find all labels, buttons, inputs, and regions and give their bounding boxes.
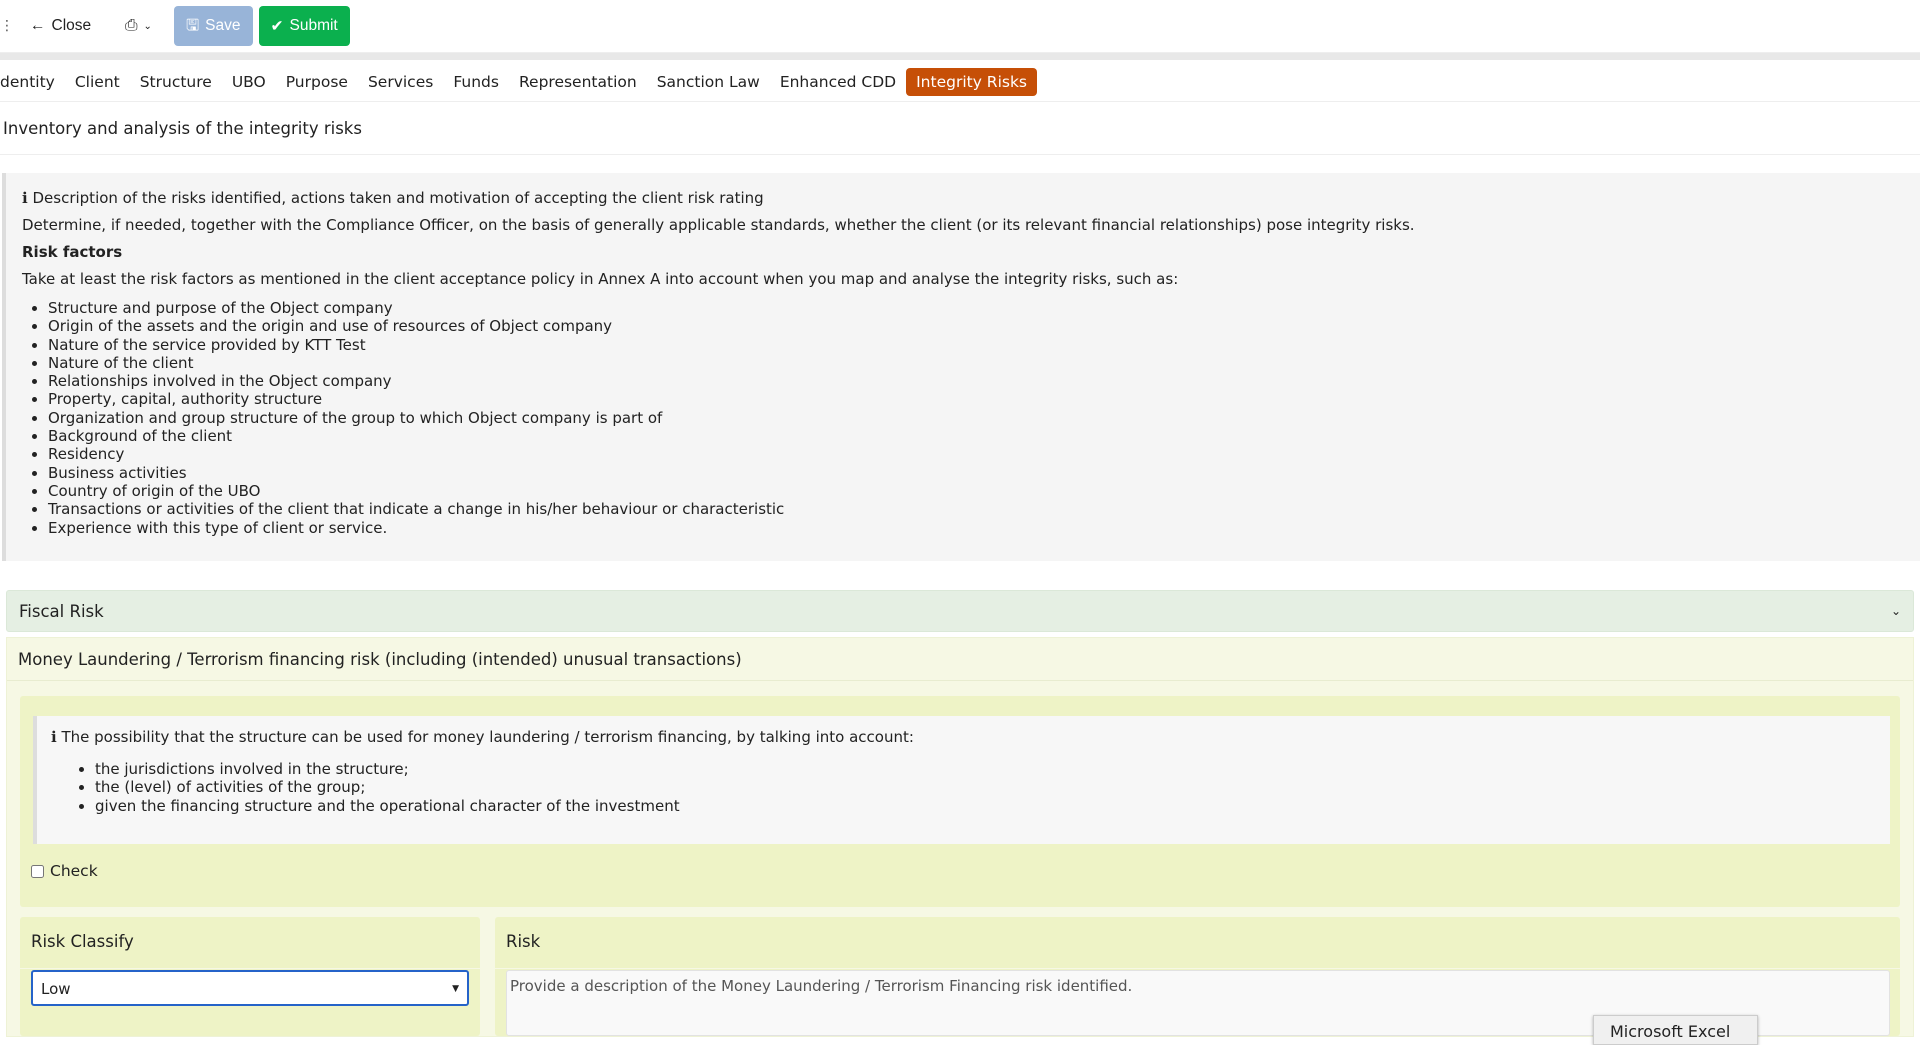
- info-icon: ℹ: [51, 728, 57, 746]
- list-item: the jurisdictions involved in the struct…: [95, 760, 1876, 778]
- floppy-icon: 🖫: [186, 13, 199, 40]
- tab-identity[interactable]: dentity: [0, 68, 65, 96]
- chevron-down-icon: ⌄: [144, 21, 152, 32]
- list-item: given the financing structure and the op…: [95, 797, 1876, 815]
- ml-risk-panel-header[interactable]: Money Laundering / Terrorism financing r…: [7, 638, 1913, 681]
- info-box: ℹ Description of the risks identified, a…: [2, 173, 1920, 561]
- chevron-down-icon[interactable]: ⌄: [1891, 604, 1901, 618]
- fiscal-risk-panel-header[interactable]: Fiscal Risk ⌄: [6, 590, 1914, 632]
- printer-icon: ⎙: [125, 17, 137, 35]
- risk-label: Risk: [495, 917, 1900, 969]
- tab-representation[interactable]: Representation: [509, 68, 647, 96]
- tab-integrity-risks[interactable]: Integrity Risks: [906, 68, 1037, 96]
- list-item: the (level) of activities of the group;: [95, 778, 1876, 796]
- risk-classify-card: Risk Classify Low▼: [20, 917, 480, 1036]
- list-item: Origin of the assets and the origin and …: [48, 317, 1906, 335]
- check-icon: ✔: [271, 17, 284, 36]
- list-item: Experience with this type of client or s…: [48, 519, 1906, 537]
- save-button[interactable]: 🖫Save: [174, 6, 253, 46]
- divider: [0, 52, 1920, 60]
- tooltip: Microsoft Excel: [1593, 1015, 1758, 1045]
- risk-classify-select[interactable]: Low▼: [31, 970, 469, 1006]
- list-item: Business activities: [48, 464, 1906, 482]
- checkbox[interactable]: [31, 865, 44, 878]
- list-item: Property, capital, authority structure: [48, 390, 1906, 408]
- list-item: Relationships involved in the Object com…: [48, 372, 1906, 390]
- info-icon: ℹ: [22, 189, 28, 207]
- tab-sanction-law[interactable]: Sanction Law: [647, 68, 770, 96]
- caret-down-icon: ▼: [452, 980, 459, 996]
- risk-factor-list: Structure and purpose of the Object comp…: [48, 299, 1906, 537]
- tab-enhanced-cdd[interactable]: Enhanced CDD: [770, 68, 906, 96]
- list-item: Nature of the service provided by KTT Te…: [48, 336, 1906, 354]
- close-button[interactable]: ←Close: [18, 6, 103, 46]
- ml-info-box: ℹ The possibility that the structure can…: [33, 716, 1890, 844]
- page-title: Inventory and analysis of the integrity …: [0, 105, 1920, 155]
- list-item: Transactions or activities of the client…: [48, 500, 1906, 518]
- list-item: Residency: [48, 445, 1906, 463]
- tab-services[interactable]: Services: [358, 68, 443, 96]
- list-item: Nature of the client: [48, 354, 1906, 372]
- check-checkbox[interactable]: Check: [31, 862, 98, 880]
- list-item: Background of the client: [48, 427, 1906, 445]
- submit-button[interactable]: ✔Submit: [259, 6, 350, 46]
- risk-classify-label: Risk Classify: [20, 917, 480, 969]
- menu-grip-icon[interactable]: ⋮: [0, 18, 8, 34]
- tab-bar: dentity Client Structure UBO Purpose Ser…: [0, 60, 1920, 102]
- tab-funds[interactable]: Funds: [443, 68, 509, 96]
- tab-client[interactable]: Client: [65, 68, 130, 96]
- ml-risk-panel: Money Laundering / Terrorism financing r…: [6, 637, 1914, 1037]
- arrow-left-icon: ←: [30, 17, 46, 35]
- list-item: Organization and group structure of the …: [48, 409, 1906, 427]
- list-item: Country of origin of the UBO: [48, 482, 1906, 500]
- tab-ubo[interactable]: UBO: [222, 68, 276, 96]
- list-item: Structure and purpose of the Object comp…: [48, 299, 1906, 317]
- toolbar: ⋮ ←Close ⎙⌄ 🖫Save ✔Submit: [0, 0, 1920, 52]
- tab-purpose[interactable]: Purpose: [276, 68, 358, 96]
- ml-info-section: ℹ The possibility that the structure can…: [20, 696, 1900, 907]
- tab-structure[interactable]: Structure: [130, 68, 222, 96]
- print-button[interactable]: ⎙⌄: [113, 6, 164, 46]
